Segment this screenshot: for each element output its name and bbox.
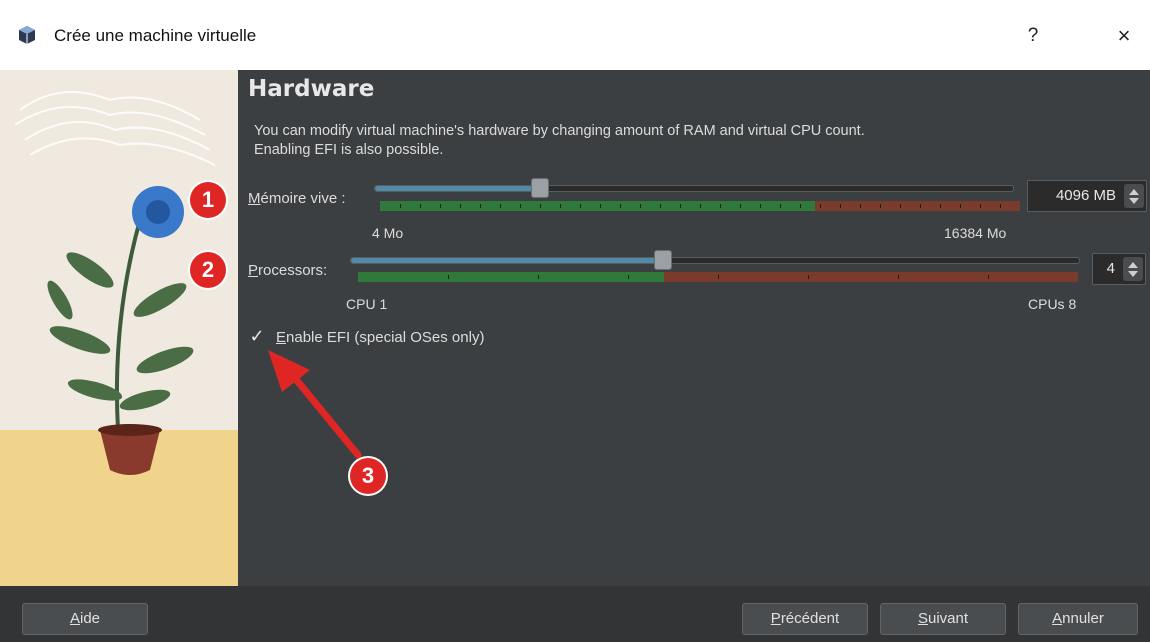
processors-max-label: CPUs 8 — [1028, 296, 1077, 312]
tick-mark — [808, 275, 809, 279]
efi-checkbox[interactable]: ✓ — [248, 328, 266, 346]
processors-range-danger — [664, 272, 1078, 282]
tick-mark — [840, 204, 841, 208]
tick-mark — [520, 204, 521, 208]
help-button[interactable]: Aide — [22, 603, 148, 635]
tick-mark — [740, 204, 741, 208]
tick-mark — [988, 275, 989, 279]
page-title: Hardware — [248, 76, 375, 102]
memory-value: 4096 MB — [1055, 187, 1116, 204]
tick-mark — [560, 204, 561, 208]
tick-mark — [640, 204, 641, 208]
tick-mark — [800, 204, 801, 208]
memory-slider[interactable] — [374, 178, 1014, 198]
memory-range-bar — [380, 201, 1020, 211]
tick-mark — [960, 204, 961, 208]
memory-range-danger — [815, 201, 1020, 211]
memory-spinbox[interactable]: 4096 MB — [1027, 180, 1147, 212]
processors-label: Processors: — [248, 262, 328, 279]
spin-up-icon[interactable] — [1128, 262, 1138, 268]
wizard-illustration — [0, 70, 238, 586]
tick-mark — [780, 204, 781, 208]
processors-spinbox[interactable]: 4 — [1092, 253, 1146, 285]
description-line-2: Enabling EFI is also possible. — [254, 142, 444, 158]
virtualbox-icon — [19, 26, 35, 44]
close-icon[interactable]: × — [1106, 18, 1142, 54]
tick-mark — [860, 204, 861, 208]
processors-value: 4 — [1106, 260, 1115, 277]
tick-mark — [760, 204, 761, 208]
memory-min-label: 4 Mo — [372, 225, 404, 241]
annotation-badge-2: 2 — [190, 252, 226, 288]
tick-mark — [900, 204, 901, 208]
annotation-badge-1: 1 — [190, 182, 226, 218]
tick-mark — [460, 204, 461, 208]
tick-mark — [500, 204, 501, 208]
tick-mark — [820, 204, 821, 208]
tick-mark — [720, 204, 721, 208]
tick-mark — [880, 204, 881, 208]
plant-illustration — [0, 70, 238, 586]
memory-range-safe — [380, 201, 816, 211]
tick-mark — [420, 204, 421, 208]
spin-down-icon[interactable] — [1128, 271, 1138, 277]
spin-up-icon[interactable] — [1129, 189, 1139, 195]
help-icon[interactable]: ? — [1015, 18, 1051, 54]
memory-spin-arrows[interactable] — [1124, 184, 1144, 208]
tick-mark — [540, 204, 541, 208]
tick-mark — [538, 275, 539, 279]
processors-min-label: CPU 1 — [346, 296, 388, 312]
tick-mark — [628, 275, 629, 279]
cancel-button[interactable]: Annuler — [1018, 603, 1138, 635]
tick-mark — [440, 204, 441, 208]
description-line-1: You can modify virtual machine's hardwar… — [254, 123, 865, 139]
memory-label: Mémoire vive : — [248, 190, 346, 207]
title-bar: Crée une machine virtuelle ? × — [0, 0, 1150, 70]
tick-mark — [940, 204, 941, 208]
tick-mark — [718, 275, 719, 279]
tick-mark — [480, 204, 481, 208]
processors-range-safe — [358, 272, 664, 282]
spin-down-icon[interactable] — [1129, 198, 1139, 204]
tick-mark — [660, 204, 661, 208]
window-title: Crée une machine virtuelle — [54, 26, 257, 45]
memory-max-label: 16384 Mo — [944, 225, 1007, 241]
back-button[interactable]: Précédent — [742, 603, 868, 635]
tick-mark — [448, 275, 449, 279]
processors-range-bar — [358, 272, 1078, 282]
tick-mark — [680, 204, 681, 208]
button-bar: Aide Précédent Suivant Annuler — [0, 586, 1150, 642]
annotation-badge-3: 3 — [350, 458, 386, 494]
memory-slider-fill — [375, 186, 535, 191]
tick-mark — [600, 204, 601, 208]
tick-mark — [620, 204, 621, 208]
processors-spin-arrows[interactable] — [1123, 257, 1143, 281]
processors-slider[interactable] — [350, 250, 1080, 270]
memory-slider-handle[interactable] — [531, 178, 549, 198]
tick-mark — [920, 204, 921, 208]
next-button[interactable]: Suivant — [880, 603, 1006, 635]
tick-mark — [1000, 204, 1001, 208]
tick-mark — [400, 204, 401, 208]
efi-label[interactable]: Enable EFI (special OSes only) — [276, 329, 484, 346]
tick-mark — [898, 275, 899, 279]
hardware-page: Hardware You can modify virtual machine'… — [238, 70, 1150, 586]
processors-slider-handle[interactable] — [654, 250, 672, 270]
tick-mark — [980, 204, 981, 208]
processors-slider-fill — [351, 258, 665, 263]
page-description: You can modify virtual machine's hardwar… — [254, 122, 1134, 160]
tick-mark — [580, 204, 581, 208]
tick-mark — [700, 204, 701, 208]
